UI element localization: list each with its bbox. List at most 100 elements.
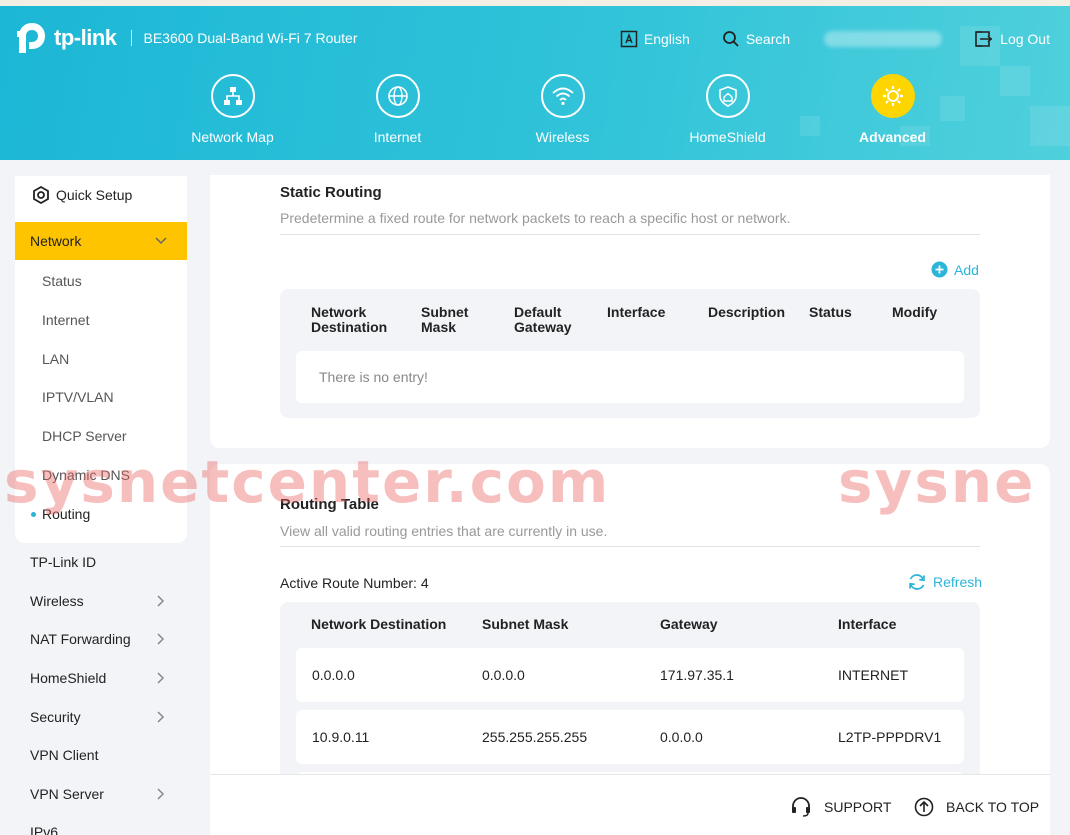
nav-label: Network Map — [191, 129, 274, 145]
sidebar-item-wireless[interactable]: Wireless — [15, 593, 187, 609]
routing-table: Network Destination Subnet Mask Gateway … — [280, 602, 980, 802]
routing-table-card: Routing Table View all valid routing ent… — [210, 464, 1050, 802]
sidebar-item-ipv6[interactable]: IPv6 — [15, 824, 187, 835]
static-routing-card: Static Routing Predetermine a fixed rout… — [210, 175, 1050, 448]
sidebar-subitem-routing[interactable]: Routing — [42, 506, 90, 522]
cell-interface: L2TP-PPPDRV1 — [838, 729, 942, 745]
chevron-right-icon — [157, 633, 165, 645]
headset-icon — [792, 797, 810, 817]
sidebar-item-quick-setup[interactable]: Quick Setup — [15, 186, 132, 204]
static-routing-table: Network Destination Subnet Mask Default Gat… — [280, 289, 980, 418]
sidebar-item-label: NAT Forwarding — [30, 631, 131, 647]
logout-icon — [975, 31, 993, 47]
nav-label: Advanced — [859, 129, 926, 145]
column-header-status: Status — [809, 304, 852, 320]
cell-gateway: 0.0.0.0 — [660, 729, 703, 745]
sidebar-item-network[interactable]: Network — [15, 222, 187, 260]
sidebar-item-label: VPN Client — [30, 747, 99, 763]
chevron-right-icon — [157, 672, 165, 684]
sidebar-subitem-dynamic-dns[interactable]: Dynamic DNS — [42, 467, 130, 483]
cell-interface: INTERNET — [838, 667, 908, 683]
column-header-network-destination: Network Destination — [311, 616, 447, 632]
sidebar-subitem-iptv-vlan[interactable]: IPTV/VLAN — [42, 389, 114, 405]
refresh-icon — [909, 574, 925, 590]
globe-icon — [375, 74, 420, 118]
static-routing-title: Static Routing — [280, 184, 382, 201]
logout-label: Log Out — [1000, 31, 1050, 47]
back-to-top-link[interactable]: BACK TO TOP — [914, 797, 1039, 817]
sidebar-subitem-status[interactable]: Status — [42, 273, 82, 289]
support-link[interactable]: SUPPORT — [790, 797, 891, 817]
search-button[interactable]: Search — [722, 30, 790, 48]
column-header-gateway: Gateway — [660, 616, 718, 632]
column-header-interface: Interface — [838, 616, 897, 632]
sidebar-item-label: TP-Link ID — [30, 554, 97, 570]
sidebar-item-vpn-client[interactable]: VPN Client — [15, 747, 187, 763]
table-row: 0.0.0.0 0.0.0.0 171.97.35.1 INTERNET — [296, 648, 964, 702]
sidebar-subitem-dhcp-server[interactable]: DHCP Server — [42, 428, 127, 444]
empty-row: There is no entry! — [296, 351, 964, 403]
account-email-blurred[interactable] — [824, 31, 943, 47]
chevron-right-icon — [157, 595, 165, 607]
top-links: English Search Log Out — [588, 30, 1050, 48]
column-header-interface: Interface — [607, 304, 666, 320]
sidebar-item-label: Security — [30, 709, 81, 725]
sidebar-item-label: Wireless — [30, 593, 84, 609]
chevron-right-icon — [157, 788, 165, 800]
sidebar-item-label: VPN Server — [30, 786, 104, 802]
logout-button[interactable]: Log Out — [974, 30, 1050, 48]
divider — [280, 234, 980, 235]
network-map-icon — [210, 74, 255, 118]
nav-wireless[interactable]: Wireless — [480, 74, 645, 145]
nav-advanced[interactable]: Advanced — [810, 74, 975, 145]
cell-destination: 0.0.0.0 — [312, 667, 355, 683]
sidebar-item-label: IPv6 — [30, 824, 59, 835]
nav-internet[interactable]: Internet — [315, 74, 480, 145]
sidebar-item-nat-forwarding[interactable]: NAT Forwarding — [15, 631, 187, 647]
nav-label: Internet — [373, 129, 422, 145]
refresh-button[interactable]: Refresh — [907, 572, 982, 592]
header: tp-link BE3600 Dual-Band Wi-Fi 7 Router … — [0, 6, 1070, 160]
support-label: SUPPORT — [824, 799, 892, 815]
nav-label: Wireless — [535, 129, 590, 145]
nav-homeshield[interactable]: HomeShield — [645, 74, 810, 145]
arrow-up-circle-icon — [914, 797, 934, 817]
column-header-subnet-mask: Subnet Mask — [421, 304, 469, 335]
back-to-top-label: BACK TO TOP — [946, 799, 1040, 815]
routing-table-title: Routing Table — [280, 496, 379, 513]
sidebar-item-label: HomeShield — [30, 670, 107, 686]
sidebar-item-homeshield[interactable]: HomeShield — [15, 670, 187, 686]
quick-setup-label: Quick Setup — [56, 187, 133, 203]
tp-link-logo[interactable]: tp-link BE3600 Dual-Band Wi-Fi 7 Router — [14, 20, 358, 56]
search-icon — [722, 31, 739, 47]
add-button[interactable]: Add — [931, 261, 979, 278]
network-label: Network — [30, 233, 82, 249]
cell-subnet-mask: 255.255.255.255 — [482, 729, 588, 745]
chevron-down-icon — [155, 237, 167, 245]
active-route-number: Active Route Number: 4 — [280, 575, 429, 591]
cell-destination: 10.9.0.11 — [312, 729, 370, 745]
divider — [280, 546, 980, 547]
column-header-modify: Modify — [892, 304, 938, 320]
refresh-label: Refresh — [933, 574, 983, 590]
sidebar-item-tp-link-id[interactable]: TP-Link ID — [15, 554, 187, 570]
active-indicator-dot — [31, 512, 36, 517]
sidebar-subitem-internet[interactable]: Internet — [42, 312, 89, 328]
homeshield-icon — [705, 74, 750, 118]
sidebar-subitem-lan[interactable]: LAN — [42, 351, 69, 367]
column-header-network-destination: Network Destination — [311, 304, 388, 335]
language-selector[interactable]: English — [620, 30, 690, 48]
empty-message: There is no entry! — [319, 369, 428, 385]
language-icon — [620, 30, 638, 48]
sidebar-item-security[interactable]: Security — [15, 709, 187, 725]
add-label: Add — [954, 261, 979, 278]
table-row: 10.9.0.11 255.255.255.255 0.0.0.0 L2TP-P… — [296, 710, 964, 764]
footer: SUPPORT BACK TO TOP — [210, 774, 1050, 835]
sidebar-item-vpn-server[interactable]: VPN Server — [15, 786, 187, 802]
nav-network-map[interactable]: Network Map — [150, 74, 315, 145]
brand-name: tp-link — [54, 25, 117, 50]
search-label: Search — [745, 31, 791, 47]
column-header-subnet-mask: Subnet Mask — [482, 616, 569, 632]
cell-subnet-mask: 0.0.0.0 — [482, 667, 525, 683]
routing-table-description: View all valid routing entries that are … — [280, 523, 608, 539]
